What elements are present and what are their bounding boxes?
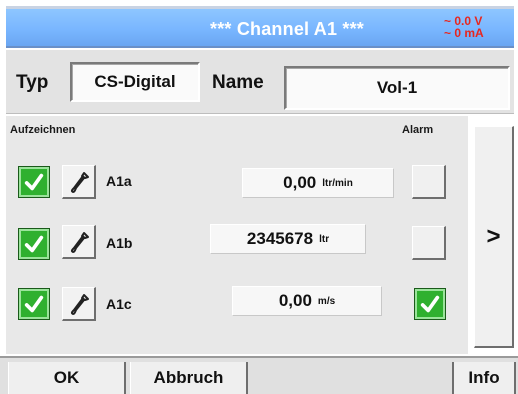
next-page-button[interactable]: > <box>474 126 514 348</box>
settings-button-a1a[interactable] <box>62 165 96 199</box>
channel-label-a1c: A1c <box>106 296 132 312</box>
settings-button-a1c[interactable] <box>62 287 96 321</box>
wrench-icon <box>70 231 89 253</box>
status-current: ~ 0 mA <box>444 26 484 40</box>
value-a1b: 2345678 <box>246 229 314 248</box>
typ-field[interactable]: CS-Digital <box>70 62 200 102</box>
wrench-icon <box>70 171 89 193</box>
checkmark-icon <box>24 173 44 191</box>
name-label: Name <box>212 72 264 93</box>
unit-a1a: ltr/min <box>322 177 353 189</box>
alarm-checkbox-a1c[interactable] <box>414 288 446 320</box>
checkmark-icon <box>24 295 44 313</box>
value-a1c: 0,00 <box>278 291 312 310</box>
value-display-a1c: 0,00 m/s <box>232 286 382 316</box>
name-value: Vol-1 <box>376 78 418 97</box>
title-bar: *** Channel A1 *** ~ 0.0 V ~ 0 mA <box>6 6 514 48</box>
channel-label-a1b: A1b <box>106 235 133 251</box>
value-a1a: 0,00 <box>283 173 317 192</box>
typ-label: Typ <box>16 72 49 93</box>
record-checkbox-a1c[interactable] <box>18 288 50 320</box>
unit-a1c: m/s <box>317 295 336 307</box>
config-row: Typ CS-Digital Name Vol-1 <box>6 50 514 114</box>
wrench-icon <box>70 293 89 315</box>
checkmark-icon <box>24 235 44 253</box>
unit-a1b: ltr <box>319 233 330 245</box>
channel-label-a1a: A1a <box>106 173 132 189</box>
checkmark-icon <box>420 295 440 313</box>
signal-status: ~ 0.0 V ~ 0 mA <box>444 15 504 39</box>
name-field[interactable]: Vol-1 <box>284 66 510 110</box>
info-button[interactable]: Info <box>452 362 516 394</box>
settings-button-a1b[interactable] <box>62 225 96 259</box>
value-display-a1a: 0,00 ltr/min <box>242 168 394 198</box>
cancel-button[interactable]: Abbruch <box>130 362 248 394</box>
alarm-checkbox-a1b[interactable] <box>412 226 446 260</box>
record-checkbox-a1b[interactable] <box>18 228 50 260</box>
alarm-label: Alarm <box>402 124 434 136</box>
channel-panel: Aufzeichnen Alarm A1a 0,00 ltr/min A1b 2… <box>6 116 468 354</box>
typ-value: CS-Digital <box>94 72 176 91</box>
value-display-a1b: 2345678 ltr <box>210 224 366 254</box>
ok-button[interactable]: OK <box>8 362 126 394</box>
record-checkbox-a1a[interactable] <box>18 166 50 198</box>
footer-bar: OK Abbruch Info <box>0 356 518 394</box>
record-label: Aufzeichnen <box>10 124 76 136</box>
window-title: *** Channel A1 *** <box>210 19 364 39</box>
alarm-checkbox-a1a[interactable] <box>412 165 446 199</box>
